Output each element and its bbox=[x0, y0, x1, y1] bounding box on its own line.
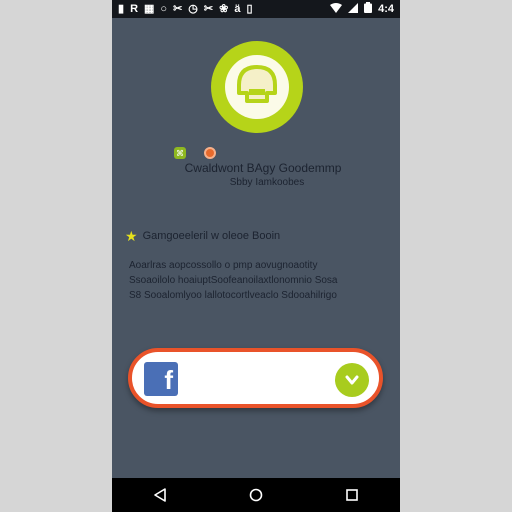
notification-icon: ✂ bbox=[203, 3, 214, 15]
notification-icon: ❀ bbox=[219, 3, 229, 15]
feature-row: ★ Gamgoeeleril w oleoe Booin bbox=[125, 229, 280, 243]
chevron-down-icon bbox=[345, 375, 359, 385]
notification-icon: ✂ bbox=[173, 3, 183, 15]
notification-icon: ä bbox=[234, 3, 241, 15]
notification-icon: ◷ bbox=[188, 3, 198, 15]
description-line: Ssoaoilolo hoaiuptSoofeanoilaxtlonomnio … bbox=[129, 275, 338, 286]
app-logo bbox=[211, 41, 303, 133]
facebook-icon: f bbox=[144, 362, 178, 396]
back-icon bbox=[154, 488, 166, 502]
description: Aoarlras aopcossollo o pmp aovugnoaotity… bbox=[129, 258, 385, 303]
battery-icon bbox=[364, 2, 373, 16]
notification-icon: ▯ bbox=[246, 3, 253, 15]
notification-icon: ▦ bbox=[144, 3, 155, 15]
title-icons: ⌘ bbox=[174, 147, 216, 159]
description-line: Aoarlras aopcossollo o pmp aovugnoaotity bbox=[129, 260, 318, 271]
system-icons: 4:4 bbox=[330, 0, 400, 18]
recents-button[interactable] bbox=[332, 478, 372, 512]
star-icon: ★ bbox=[125, 228, 138, 244]
app-title: Cwaldwont BAgy Goodemmp bbox=[184, 161, 342, 175]
facebook-login-button[interactable]: f bbox=[128, 348, 383, 408]
back-button[interactable] bbox=[140, 478, 180, 512]
continue-button[interactable] bbox=[335, 363, 369, 397]
description-line: S8 Sooalomlyoo lallotocortlveaclo Sdooah… bbox=[129, 290, 337, 301]
notification-icon: ▮ bbox=[118, 3, 125, 15]
phone-screen: ▮ R ▦ ○ ✂ ◷ ✂ ❀ ä ▯ 4:4 ⌘ Cwaldwont BAgy… bbox=[112, 0, 400, 512]
feature-text: Gamgoeeleril w oleoe Booin bbox=[142, 230, 281, 242]
logo-inner bbox=[225, 55, 289, 119]
helmet-icon bbox=[237, 65, 277, 103]
notification-icon: R bbox=[130, 3, 139, 15]
signal-icon bbox=[348, 2, 359, 16]
location-pin-icon bbox=[204, 147, 216, 159]
home-icon bbox=[249, 488, 263, 502]
app-badge-icon: ⌘ bbox=[174, 147, 186, 159]
clock: 4:4 bbox=[378, 3, 394, 15]
notification-icon: ○ bbox=[160, 3, 168, 15]
home-button[interactable] bbox=[236, 478, 276, 512]
recents-icon bbox=[346, 489, 358, 501]
status-bar: ▮ R ▦ ○ ✂ ◷ ✂ ❀ ä ▯ 4:4 bbox=[112, 0, 400, 18]
notification-icons: ▮ R ▦ ○ ✂ ◷ ✂ ❀ ä ▯ bbox=[112, 0, 253, 18]
navigation-bar bbox=[112, 478, 400, 512]
wifi-icon bbox=[330, 2, 343, 16]
app-subtitle: Sbby Iamkoobes bbox=[229, 177, 305, 188]
